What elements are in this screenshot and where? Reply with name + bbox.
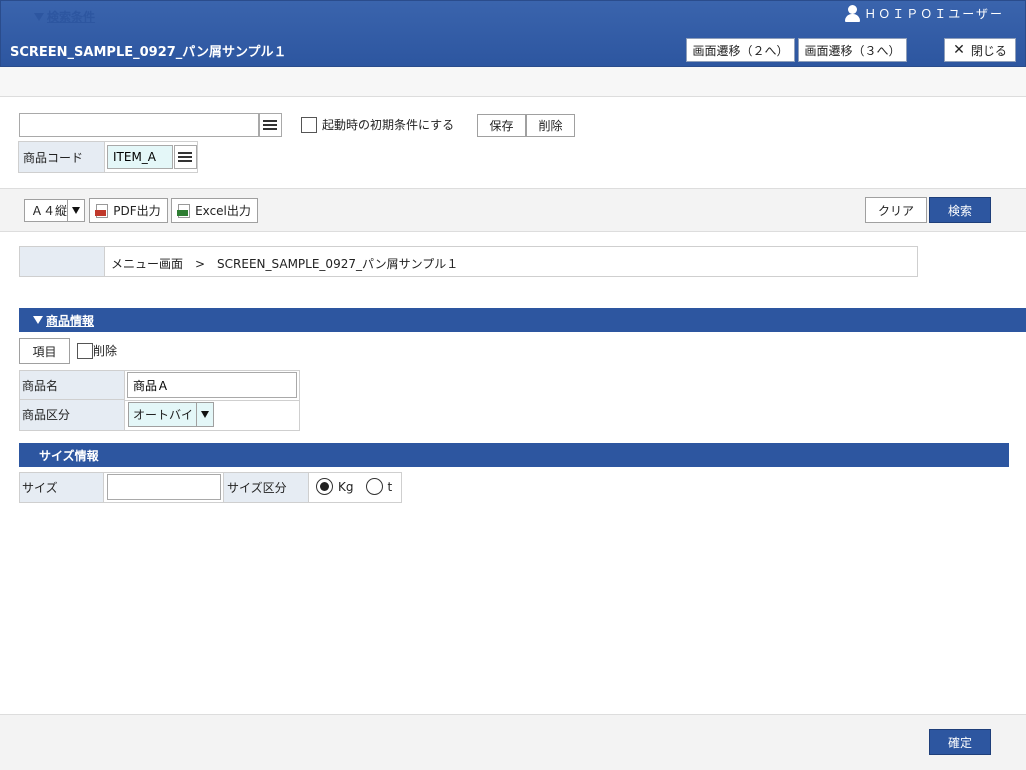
radio-option-kg[interactable]: Kg bbox=[316, 478, 354, 495]
size-input[interactable] bbox=[107, 474, 221, 500]
search-button[interactable]: 検索 bbox=[929, 197, 991, 223]
breadcrumb-lead-cell bbox=[20, 247, 105, 276]
paper-size-select[interactable]: Ａ４縦 bbox=[24, 199, 85, 222]
footer-bar bbox=[0, 714, 1026, 770]
radio-unselected-icon[interactable] bbox=[365, 478, 383, 495]
delete-checkbox[interactable]: 削除 bbox=[77, 342, 117, 359]
breadcrumb-text[interactable]: メニュー画面 > SCREEN_SAMPLE_0927_パン屑サンプル１ bbox=[105, 247, 464, 276]
search-conditions-label: 検索条件 bbox=[47, 10, 96, 24]
size-label: サイズ bbox=[20, 473, 104, 502]
excel-export-button[interactable]: Excel出力 bbox=[171, 198, 258, 223]
dropdown-arrow-icon[interactable] bbox=[67, 200, 84, 221]
items-button[interactable]: 項目 bbox=[19, 338, 70, 364]
delete-condition-button[interactable]: 削除 bbox=[526, 114, 575, 137]
excel-file-icon bbox=[177, 203, 191, 218]
product-info-section-header[interactable]: 商品情報 bbox=[19, 308, 1026, 332]
size-category-label: サイズ区分 bbox=[223, 473, 309, 502]
list-icon bbox=[178, 152, 192, 154]
list-icon bbox=[263, 120, 277, 122]
page-title: SCREEN_SAMPLE_0927_パン屑サンプル１ bbox=[10, 45, 287, 60]
radio-t-label: t bbox=[387, 479, 393, 494]
checkbox-icon[interactable] bbox=[301, 116, 317, 133]
saved-condition-input[interactable] bbox=[19, 113, 259, 137]
nav-screen2-button[interactable]: 画面遷移（２へ） bbox=[686, 38, 795, 62]
close-button-label: 閉じる bbox=[970, 43, 1007, 58]
condition-list-button[interactable] bbox=[259, 113, 282, 137]
product-category-select[interactable]: オートバイ bbox=[128, 402, 214, 427]
initial-condition-label: 起動時の初期条件にする bbox=[322, 118, 455, 132]
checkbox-icon[interactable] bbox=[77, 342, 93, 359]
clear-button[interactable]: クリア bbox=[865, 197, 927, 223]
search-conditions-toggle[interactable]: 検索条件 bbox=[34, 8, 95, 25]
radio-option-t[interactable]: t bbox=[365, 478, 393, 495]
initial-condition-checkbox[interactable]: 起動時の初期条件にする bbox=[301, 116, 454, 133]
user-icon bbox=[845, 4, 861, 22]
delete-checkbox-label: 削除 bbox=[93, 344, 118, 358]
triangle-down-icon bbox=[34, 12, 44, 21]
triangle-down-icon bbox=[33, 316, 43, 324]
size-info-section-header: サイズ情報 bbox=[19, 443, 1009, 467]
product-category-value: オートバイ bbox=[133, 408, 194, 422]
product-code-input[interactable] bbox=[107, 145, 173, 169]
radio-kg-label: Kg bbox=[338, 479, 354, 494]
product-code-list-button[interactable] bbox=[174, 145, 197, 169]
product-code-label: 商品コード bbox=[19, 142, 105, 172]
pdf-file-icon bbox=[95, 203, 109, 218]
product-name-label: 商品名 bbox=[20, 371, 125, 400]
radio-selected-icon[interactable] bbox=[316, 478, 333, 495]
user-info[interactable]: ＨＯＩＰＯＩユーザー bbox=[845, 4, 1004, 22]
excel-export-label: Excel出力 bbox=[195, 204, 251, 218]
save-condition-button[interactable]: 保存 bbox=[477, 114, 526, 137]
close-icon: ✕ bbox=[953, 42, 965, 58]
search-conditions-header bbox=[0, 67, 1026, 97]
dropdown-arrow-icon[interactable] bbox=[196, 403, 213, 426]
row-divider bbox=[125, 400, 300, 401]
close-button[interactable]: ✕ 閉じる bbox=[944, 38, 1016, 62]
confirm-button[interactable]: 確定 bbox=[929, 729, 991, 755]
paper-size-value: Ａ４縦 bbox=[31, 204, 68, 218]
breadcrumb: メニュー画面 > SCREEN_SAMPLE_0927_パン屑サンプル１ bbox=[19, 246, 918, 277]
nav-screen3-button[interactable]: 画面遷移（３へ） bbox=[798, 38, 907, 62]
product-name-input[interactable] bbox=[127, 372, 297, 398]
size-category-radio-group: Kg t bbox=[316, 478, 398, 495]
user-name: ＨＯＩＰＯＩユーザー bbox=[864, 6, 1004, 21]
product-category-label: 商品区分 bbox=[20, 400, 125, 430]
pdf-export-button[interactable]: PDF出力 bbox=[89, 198, 168, 223]
pdf-export-label: PDF出力 bbox=[113, 204, 161, 218]
product-info-label: 商品情報 bbox=[46, 313, 95, 328]
